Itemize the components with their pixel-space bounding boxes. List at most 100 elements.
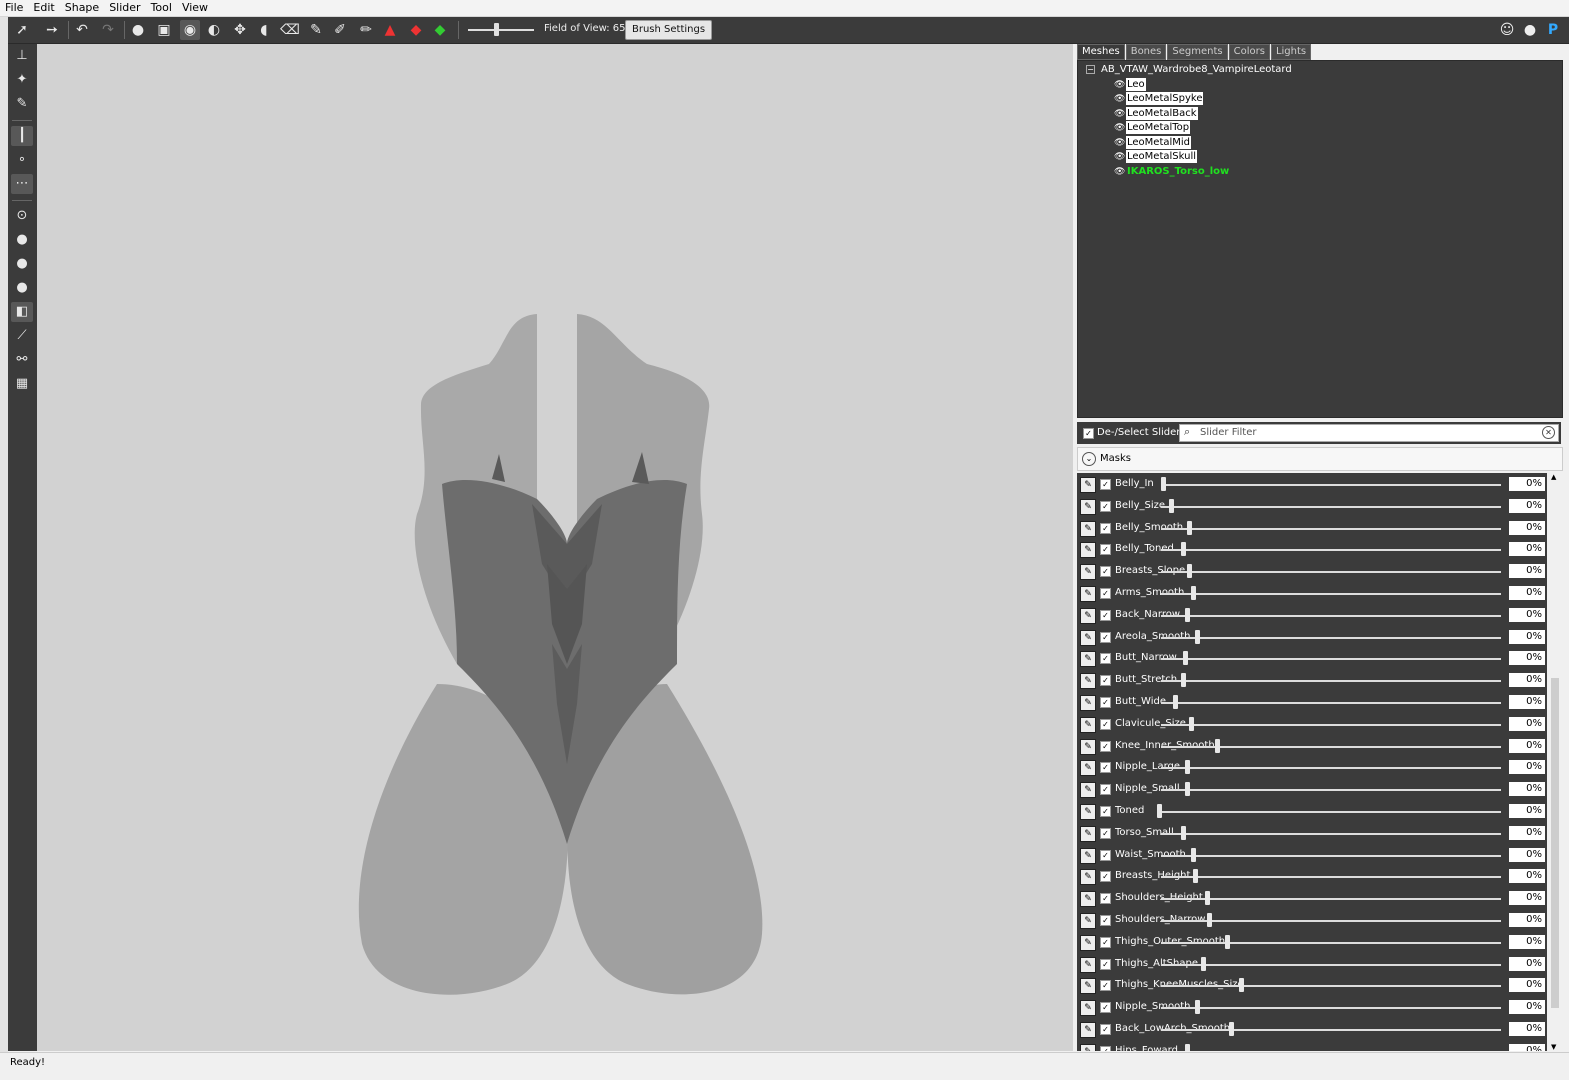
slider-thumb[interactable] [1185,1043,1190,1051]
slider-thumb[interactable] [1193,869,1198,884]
slider-value[interactable]: 0% [1509,738,1545,753]
slider-checkbox[interactable]: ✓ [1100,588,1111,599]
slider-track[interactable] [1161,854,1501,857]
slider-thumb[interactable] [1205,891,1210,906]
slider-track[interactable] [1161,571,1501,574]
slider-scrollbar[interactable]: ▲ ▼ [1549,473,1561,1051]
paypal-icon[interactable]: P [1543,20,1563,40]
tab-segments[interactable]: Segments [1167,44,1228,60]
slider-track[interactable] [1161,1029,1501,1031]
tab-meshes[interactable]: Meshes [1077,44,1125,60]
slider-track[interactable] [1161,505,1501,508]
slider-checkbox[interactable]: ✓ [1100,1002,1111,1014]
slider-track[interactable] [1161,1007,1501,1010]
deflate-brush-icon[interactable]: ◐ [204,20,224,40]
slider-checkbox[interactable]: ✓ [1100,1024,1111,1035]
pen-icon[interactable]: ✎ [11,94,33,114]
edit-slider-icon[interactable]: ✎ [1080,738,1096,755]
slider-track[interactable] [1161,723,1501,726]
slider-track[interactable] [1161,527,1501,530]
vertex-green-icon[interactable]: ◆ [430,20,450,40]
weight-brush-icon[interactable]: ✏ [356,20,376,40]
slider-thumb[interactable] [1157,804,1162,818]
slider-track[interactable] [1161,811,1501,813]
slider-value[interactable]: 0% [1509,673,1545,688]
edit-slider-icon[interactable]: ✎ [1080,760,1096,777]
menu-slider[interactable]: Slider [104,0,145,15]
edit-slider-icon[interactable]: ✎ [1080,913,1096,929]
slider-value[interactable]: 0% [1509,564,1545,579]
slider-checkbox[interactable]: ✓ [1100,915,1111,926]
tree-item[interactable]: 👁 LeoMetalSkull [1114,150,1197,163]
edit-slider-icon[interactable]: ✎ [1080,651,1096,668]
solid-shade-icon[interactable]: ● [11,230,33,250]
slider-thumb[interactable] [1239,978,1244,993]
edit-slider-icon[interactable]: ✎ [1080,825,1096,842]
slider-thumb[interactable] [1189,716,1194,731]
bone-icon[interactable]: ⚯ [11,350,33,370]
edit-slider-icon[interactable]: ✎ [1080,520,1096,537]
slider-track[interactable] [1161,985,1501,988]
slider-value[interactable]: 0% [1509,1043,1545,1051]
slider-checkbox[interactable]: ✓ [1100,827,1111,839]
slider-track[interactable] [1161,941,1501,944]
scroll-thumb[interactable] [1551,678,1559,1008]
eye-icon[interactable]: 👁 [1114,108,1126,121]
edit-slider-icon[interactable]: ✎ [1080,804,1096,820]
slider-track[interactable] [1161,898,1501,901]
slider-checkbox[interactable]: ✓ [1100,893,1111,905]
slider-track[interactable] [1161,767,1501,770]
fov-slider-thumb[interactable] [494,23,499,36]
slider-thumb[interactable] [1215,738,1220,753]
slider-thumb[interactable] [1207,913,1212,927]
menu-file[interactable]: File [0,0,28,15]
menu-view[interactable]: View [177,0,213,15]
collapse-icon[interactable]: − [1086,64,1095,74]
edit-slider-icon[interactable]: ✎ [1080,586,1096,602]
edit-slider-icon[interactable]: ✎ [1080,498,1096,515]
slider-thumb[interactable] [1181,825,1186,840]
edit-slider-icon[interactable]: ✎ [1080,629,1096,646]
slider-value[interactable]: 0% [1509,1000,1545,1015]
color-brush-icon[interactable]: ✎ [306,20,326,40]
tree-root[interactable]: − AB_VTAW_Wardrobe8_VampireLeotard [1086,64,1292,75]
slider-thumb[interactable] [1229,1022,1234,1036]
grid-icon[interactable]: ▦ [11,374,33,394]
edit-slider-icon[interactable]: ✎ [1080,1022,1096,1038]
scroll-up-icon[interactable]: ▲ [1551,473,1556,481]
tree-item[interactable]: 👁 LeoMetalMid [1114,136,1192,149]
chevron-down-icon[interactable]: ⌄ [1082,452,1096,466]
slider-track[interactable] [1161,636,1501,639]
github-icon[interactable]: ● [1520,20,1540,40]
deselect-checkbox[interactable]: ✓ [1083,428,1094,439]
connected-icon[interactable]: ∘ [11,150,33,170]
eye-icon[interactable]: 👁 [1114,79,1126,92]
slider-thumb[interactable] [1225,934,1230,949]
edit-slider-icon[interactable]: ✎ [1080,673,1096,690]
eye-icon[interactable]: 👁 [1114,122,1126,135]
edge-icon[interactable]: ⟋ [11,326,33,346]
slider-track[interactable] [1161,680,1501,683]
slider-track[interactable] [1161,745,1501,748]
slider-value[interactable]: 0% [1509,716,1545,731]
tab-colors[interactable]: Colors [1228,44,1270,60]
slider-thumb[interactable] [1191,847,1196,862]
scroll-down-icon[interactable]: ▼ [1551,1043,1556,1051]
vertex-red-icon[interactable]: ▲ [380,20,400,40]
slider-thumb[interactable] [1185,782,1190,797]
edit-slider-icon[interactable]: ✎ [1080,716,1096,733]
slider-checkbox[interactable]: ✓ [1100,631,1111,643]
global-icon[interactable]: ⋯ [11,174,33,194]
slider-value[interactable]: 0% [1509,695,1545,709]
slider-value[interactable]: 0% [1509,847,1545,862]
edit-slider-icon[interactable]: ✎ [1080,891,1096,908]
slider-checkbox[interactable]: ✓ [1100,718,1111,730]
slider-track[interactable] [1161,789,1501,792]
slider-checkbox[interactable]: ✓ [1100,762,1111,774]
slider-checkbox[interactable]: ✓ [1100,500,1111,512]
menu-shape[interactable]: Shape [60,0,104,15]
slider-value[interactable]: 0% [1509,891,1545,906]
slider-thumb[interactable] [1195,1000,1200,1015]
edit-slider-icon[interactable]: ✎ [1080,978,1096,995]
edit-slider-icon[interactable]: ✎ [1080,1000,1096,1017]
